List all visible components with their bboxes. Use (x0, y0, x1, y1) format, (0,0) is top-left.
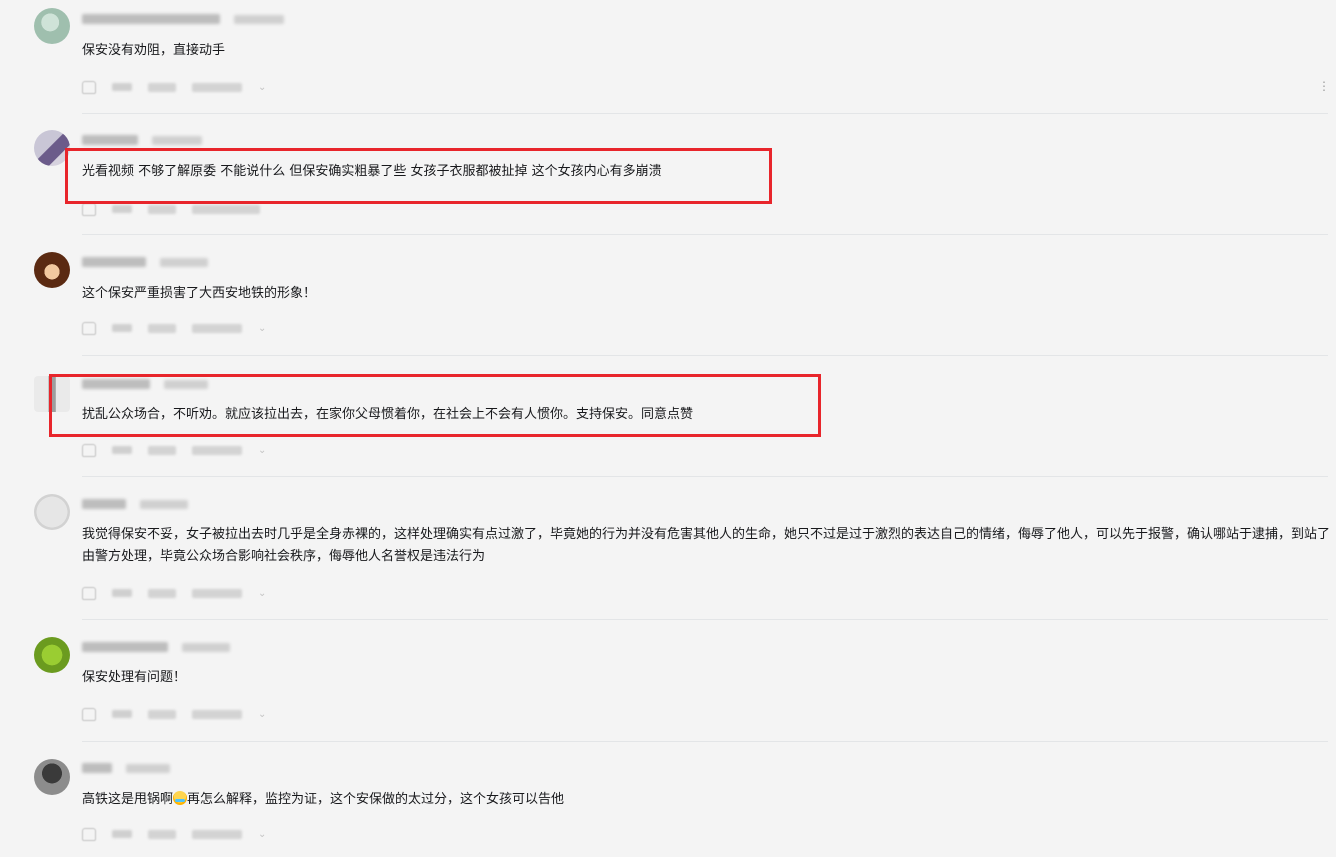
reply-button-blurred[interactable] (192, 204, 260, 214)
comment-meta (82, 255, 208, 269)
reply-button-blurred[interactable] (192, 709, 242, 719)
timestamp-blurred (152, 135, 202, 145)
comment-text: 保安没有劝阻，直接动手 (82, 43, 226, 58)
avatar[interactable] (34, 637, 70, 673)
like-count-blurred (112, 710, 132, 718)
like-count-blurred (112, 83, 132, 91)
username-blurred[interactable] (82, 257, 146, 267)
username-blurred[interactable] (82, 14, 220, 24)
username-blurred[interactable] (82, 763, 112, 773)
laughing-crying-emoji-icon (173, 791, 188, 805)
username-blurred[interactable] (82, 642, 168, 652)
comment-meta (82, 497, 188, 511)
highlight-box (65, 148, 772, 204)
chevron-down-icon[interactable]: ⌄ (258, 709, 266, 720)
timestamp-blurred (140, 499, 188, 509)
avatar[interactable] (34, 8, 70, 44)
like-icon[interactable] (82, 707, 96, 721)
comment-text: 这个保安严重损害了大西安地铁的形象！ (82, 286, 317, 301)
comment-actions: ⌄ (82, 443, 266, 457)
reply-button-blurred[interactable] (192, 445, 242, 455)
dislike-button-blurred[interactable] (148, 829, 176, 839)
comment-meta (82, 761, 170, 775)
reply-button-blurred[interactable] (192, 323, 242, 333)
chevron-down-icon[interactable]: ⌄ (258, 445, 266, 456)
like-icon[interactable] (82, 80, 96, 94)
chevron-down-icon[interactable]: ⌄ (258, 82, 266, 93)
like-icon[interactable] (82, 202, 96, 216)
dislike-button-blurred[interactable] (148, 709, 176, 719)
comment-meta (82, 640, 230, 654)
avatar[interactable] (34, 494, 70, 530)
comment-actions: ⌄ (82, 321, 266, 335)
chevron-down-icon[interactable]: ⌄ (258, 588, 266, 599)
like-count-blurred (112, 589, 132, 597)
divider (82, 113, 1328, 114)
divider (82, 234, 1328, 235)
comment-text-part: 再怎么解释，监控为证，这个安保做的太过分，这个女孩可以告他 (187, 792, 565, 807)
divider (82, 741, 1328, 742)
comment-text: 保安处理有问题！ (82, 670, 187, 685)
like-icon[interactable] (82, 443, 96, 457)
divider (82, 355, 1328, 356)
timestamp-blurred (182, 642, 230, 652)
dislike-button-blurred[interactable] (148, 204, 176, 214)
highlight-box (49, 374, 821, 437)
more-options-icon[interactable]: ⋮ (1318, 80, 1330, 92)
avatar[interactable] (34, 252, 70, 288)
username-blurred[interactable] (82, 135, 138, 145)
comment-actions: ⌄ (82, 80, 266, 94)
chevron-down-icon[interactable]: ⌄ (258, 829, 266, 840)
dislike-button-blurred[interactable] (148, 82, 176, 92)
like-icon[interactable] (82, 321, 96, 335)
reply-button-blurred[interactable] (192, 829, 242, 839)
like-count-blurred (112, 324, 132, 332)
comment-text: 我觉得保安不妥，女子被拉出去时几乎是全身赤裸的，这样处理确实有点过激了，毕竟她的… (82, 527, 1331, 564)
comment-text: 高铁这是甩锅啊 再怎么解释，监控为证，这个安保做的太过分，这个女孩可以告他 (82, 789, 564, 811)
comment-meta (82, 12, 284, 26)
timestamp-blurred (160, 257, 208, 267)
comment-actions: ⌄ (82, 827, 266, 841)
like-icon[interactable] (82, 586, 96, 600)
like-count-blurred (112, 205, 132, 213)
comment-meta (82, 133, 202, 147)
chevron-down-icon[interactable]: ⌄ (258, 323, 266, 334)
timestamp-blurred (234, 14, 284, 24)
comment-actions (82, 202, 260, 216)
like-count-blurred (112, 446, 132, 454)
dislike-button-blurred[interactable] (148, 323, 176, 333)
dislike-button-blurred[interactable] (148, 445, 176, 455)
comment-actions: ⌄ (82, 586, 266, 600)
comment-text-part: 高铁这是甩锅啊 (82, 792, 174, 807)
avatar[interactable] (34, 759, 70, 795)
divider (82, 476, 1328, 477)
timestamp-blurred (126, 763, 170, 773)
reply-button-blurred[interactable] (192, 588, 242, 598)
like-icon[interactable] (82, 827, 96, 841)
divider (82, 619, 1328, 620)
username-blurred[interactable] (82, 499, 126, 509)
dislike-button-blurred[interactable] (148, 588, 176, 598)
reply-button-blurred[interactable] (192, 82, 242, 92)
like-count-blurred (112, 830, 132, 838)
comment-actions: ⌄ (82, 707, 266, 721)
